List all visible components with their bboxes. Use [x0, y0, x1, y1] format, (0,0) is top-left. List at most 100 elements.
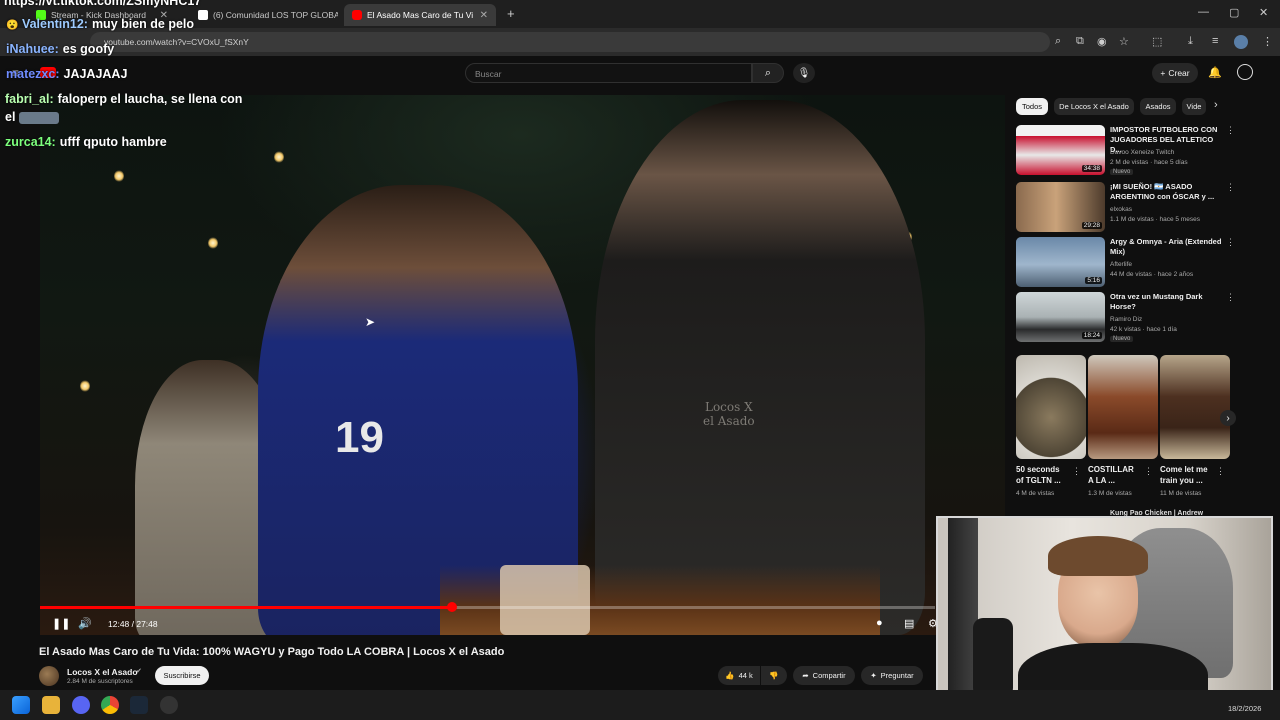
string-light	[274, 151, 284, 163]
mouse-cursor-icon: ➤	[365, 315, 376, 329]
close-icon[interactable]: ✕	[480, 10, 488, 21]
jersey-number: 19	[335, 413, 384, 462]
search-input[interactable]: Buscar	[465, 63, 752, 83]
chevron-right-icon[interactable]: ›	[1220, 410, 1236, 426]
windows-start-icon[interactable]	[12, 696, 30, 714]
video-thumbnail: 5:16	[1016, 237, 1105, 287]
more-options-icon[interactable]: ⋮	[1226, 292, 1235, 303]
steam-icon[interactable]	[130, 696, 148, 714]
chat-line: el	[5, 110, 59, 124]
thumbs-up-icon: 👍	[725, 671, 735, 680]
discord-icon[interactable]	[72, 696, 90, 714]
create-button[interactable]: + Crear	[1152, 63, 1198, 83]
windows-taskbar	[0, 690, 1280, 720]
thumbs-down-icon: 👎	[769, 671, 779, 680]
person-apron	[595, 100, 925, 635]
eye-off-icon[interactable]: ◉	[1097, 35, 1107, 48]
menu-dots-icon[interactable]: ⋮	[1262, 35, 1273, 48]
channel-name[interactable]: Locos X el Asado	[67, 667, 138, 677]
chip-videos[interactable]: Vide	[1182, 98, 1206, 115]
pause-icon[interactable]: ❚❚	[52, 617, 70, 630]
short-title[interactable]: Come let me train you ...	[1160, 464, 1210, 486]
search-button[interactable]: ⌕	[752, 63, 784, 83]
more-options-icon[interactable]: ⋮	[1216, 466, 1225, 477]
ask-button[interactable]: ✦ Preguntar	[861, 666, 923, 685]
share-icon: ➦	[802, 671, 809, 680]
more-options-icon[interactable]: ⋮	[1072, 466, 1081, 477]
cast-icon[interactable]: ⧉	[1076, 35, 1084, 48]
progress-scrubber[interactable]	[446, 602, 457, 612]
tab-title: El Asado Mas Caro de Tu Vi	[367, 10, 474, 20]
minimize-icon[interactable]: —	[1198, 6, 1209, 18]
chat-message: el	[5, 110, 16, 124]
recommendation-item[interactable]: 34:38 IMPOSTOR FUTBOLERO CON JUGADORES D…	[1016, 125, 1236, 175]
extensions-icon[interactable]: ⬚	[1152, 35, 1162, 48]
video-player[interactable]: 19 Locos Xel Asado ➤	[40, 95, 1005, 635]
volume-icon[interactable]: 🔊	[78, 617, 92, 630]
recommendation-title: ¡MI SUEÑO! 🇦🇷 ASADO ARGENTINO con ÓSCAR …	[1110, 182, 1215, 201]
webcam-overlay	[936, 516, 1273, 712]
autoplay-icon[interactable]: ●	[876, 617, 883, 629]
chat-line: https://vt.tiktok.com/ZSmyNHC17	[4, 0, 201, 8]
tab-comunidad[interactable]: (6) Comunidad LOS TOP GLOBAL ✕	[190, 4, 338, 26]
reading-list-icon[interactable]: ≡	[1212, 35, 1218, 47]
voice-search-button[interactable]: 🎙	[793, 63, 815, 83]
video-thumbnail: 18:24	[1016, 292, 1105, 342]
string-light	[114, 170, 124, 182]
recommendation-item[interactable]: 18:24 Otra vez un Mustang Dark Horse? Ra…	[1016, 292, 1236, 342]
url-text[interactable]: youtube.com/watch?v=CVOxU_fSXnY	[104, 37, 249, 47]
account-avatar[interactable]	[1237, 64, 1253, 80]
short-thumbnail[interactable]	[1088, 355, 1158, 459]
like-button[interactable]: 👍 44 k	[718, 666, 760, 685]
dislike-button[interactable]: 👎	[761, 666, 787, 685]
chip-locos-x-el-asado[interactable]: De Locos X el Asado	[1054, 98, 1134, 115]
short-title[interactable]: COSTILLAR A LA ...	[1088, 464, 1138, 486]
more-options-icon[interactable]: ⋮	[1226, 182, 1235, 193]
chrome-icon[interactable]	[101, 696, 119, 714]
string-light	[80, 380, 90, 392]
channel-avatar[interactable]	[39, 666, 59, 686]
short-thumbnail[interactable]	[1160, 355, 1230, 459]
chat-partial-link: https://vt.tiktok.com/ZSmyNHC17	[4, 0, 202, 8]
subscribe-button[interactable]: Suscribirse	[155, 666, 209, 685]
subtitles-icon[interactable]: ▤	[904, 617, 914, 630]
profile-avatar[interactable]	[1234, 35, 1248, 49]
close-window-icon[interactable]: ✕	[1259, 6, 1268, 19]
more-options-icon[interactable]: ⋮	[1226, 125, 1235, 136]
video-thumbnail: 29:28	[1016, 182, 1105, 232]
more-options-icon[interactable]: ⋮	[1226, 237, 1235, 248]
bookmark-star-icon[interactable]: ☆	[1119, 35, 1129, 48]
app-icon[interactable]	[160, 696, 178, 714]
taskbar-date: 18/2/2026	[1228, 704, 1262, 713]
chip-todos[interactable]: Todos	[1016, 98, 1048, 115]
new-badge: Nuevo	[1110, 169, 1134, 175]
recommendation-item[interactable]: 29:28 ¡MI SUEÑO! 🇦🇷 ASADO ARGENTINO con …	[1016, 182, 1236, 232]
download-icon[interactable]: ⤓	[1188, 35, 1193, 48]
short-thumbnail[interactable]	[1016, 355, 1086, 459]
mic-icon: 🎙	[797, 67, 811, 79]
emote-icon: 😮	[6, 20, 19, 31]
chip-asados[interactable]: Asados	[1140, 98, 1176, 115]
chat-message: es goofy	[62, 42, 115, 56]
apron-logo: Locos Xel Asado	[703, 400, 755, 428]
recommendation-channel: elxokas	[1110, 206, 1133, 213]
tab-youtube-video[interactable]: El Asado Mas Caro de Tu Vi ✕	[344, 4, 496, 26]
share-label: Compartir	[812, 671, 846, 680]
chat-line: zurca14: ufff qputo hambre	[5, 135, 167, 149]
plus-icon: +	[1160, 68, 1166, 78]
x-icon	[198, 10, 208, 20]
maximize-icon[interactable]: ▢	[1229, 6, 1239, 19]
share-button[interactable]: ➦ Compartir	[793, 666, 855, 685]
duration-badge: 18:24	[1081, 332, 1102, 339]
bell-icon[interactable]: 🔔	[1208, 66, 1222, 79]
zoom-icon[interactable]: ⌕	[1055, 35, 1061, 48]
new-tab-button[interactable]: +	[507, 6, 515, 21]
chat-message: JAJAJAAJ	[63, 67, 128, 81]
short-title[interactable]: 50 seconds of TGLTN ...	[1016, 464, 1066, 486]
create-label: Crear	[1168, 68, 1190, 78]
more-options-icon[interactable]: ⋮	[1144, 466, 1153, 477]
file-explorer-icon[interactable]	[42, 696, 60, 714]
recommendation-item[interactable]: 5:16 Argy & Omnya - Aria (Extended Mix) …	[1016, 237, 1236, 287]
chat-line: matezxc: JAJAJAAJ	[6, 67, 127, 81]
chevron-right-icon[interactable]: ›	[1214, 99, 1218, 111]
